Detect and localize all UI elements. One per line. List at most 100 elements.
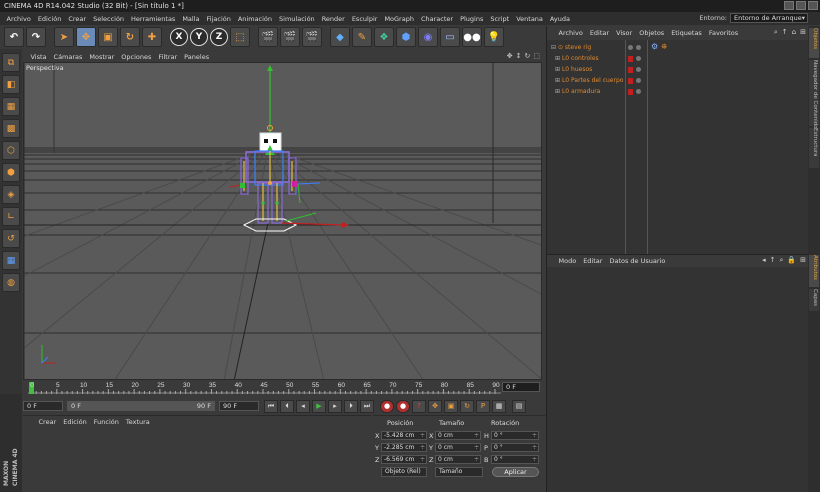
maximize-button[interactable]: [796, 1, 806, 10]
attr-menu-editar[interactable]: Editar: [580, 257, 606, 265]
apply-button[interactable]: Aplicar: [492, 467, 539, 477]
snap-icon[interactable]: ▦: [2, 251, 20, 270]
minimize-button[interactable]: [784, 1, 794, 10]
size-z-field[interactable]: 0 cm: [435, 455, 481, 464]
menu-character[interactable]: Character: [417, 15, 456, 23]
last-tool-icon[interactable]: ✚: [142, 27, 162, 47]
menu-mograph[interactable]: MoGraph: [381, 15, 418, 23]
mat-menu-textura[interactable]: Textura: [122, 418, 153, 426]
make-editable-icon[interactable]: ⧉: [2, 53, 20, 72]
play-icon[interactable]: ▶: [312, 399, 326, 413]
position-z-field[interactable]: -6.569 cm: [381, 455, 427, 464]
menu-archivo[interactable]: Archivo: [3, 15, 34, 23]
obj-menu-visor[interactable]: Visor: [613, 29, 636, 37]
tab-navegador[interactable]: Navegador de Contenido: [809, 60, 819, 129]
polygons-mode-icon[interactable]: ◈: [2, 185, 20, 204]
key-pla-icon[interactable]: ▦: [492, 399, 506, 413]
rotate-tool-icon[interactable]: ↻: [120, 27, 140, 47]
timeline-ruler[interactable]: 0 5 10 15 20 25 30 35 40 45 50 55 60 65 70 75 80 85 90 0 F: [23, 380, 542, 398]
layer-color-swatch[interactable]: [628, 89, 633, 95]
menu-animacion[interactable]: Animación: [234, 15, 275, 23]
camera-icon[interactable]: ●●: [462, 27, 482, 47]
keyframe-selection-icon[interactable]: ?: [412, 399, 426, 413]
visibility-dot[interactable]: [636, 78, 641, 83]
menu-ayuda[interactable]: Ayuda: [546, 15, 573, 23]
perspective-viewport[interactable]: Perspectiva: [23, 62, 542, 380]
current-frame-field[interactable]: 0 F: [502, 382, 540, 392]
mat-menu-funcion[interactable]: Función: [90, 418, 122, 426]
obj-menu-etiquetas[interactable]: Etiquetas: [668, 29, 706, 37]
back-arrow-icon[interactable]: ◂: [762, 256, 766, 265]
preview-range-slider[interactable]: 0 F 90 F: [67, 401, 215, 411]
expand-icon[interactable]: ⊞: [555, 66, 560, 73]
home-icon[interactable]: ⌂: [792, 28, 796, 37]
floor-scene-icon[interactable]: ▭: [440, 27, 460, 47]
menu-esculpir[interactable]: Esculpir: [348, 15, 381, 23]
obj-menu-favoritos[interactable]: Favoritos: [705, 29, 741, 37]
previous-key-icon[interactable]: ⏴: [280, 399, 294, 413]
vp-menu-mostrar[interactable]: Mostrar: [86, 53, 118, 61]
tree-item-armadura[interactable]: ⊞ L0 armadura: [555, 86, 600, 97]
record-keys-icon[interactable]: ●: [380, 399, 394, 413]
constraint-tag-icon[interactable]: ⛯: [661, 42, 667, 52]
redo-icon[interactable]: ↷: [26, 27, 46, 47]
mat-menu-edicion[interactable]: Edición: [60, 418, 91, 426]
new-view-icon[interactable]: ⊞: [800, 256, 806, 265]
search-icon[interactable]: ⌕: [774, 28, 778, 37]
select-arrow-icon[interactable]: ➤: [54, 27, 74, 47]
visibility-dot[interactable]: [628, 45, 633, 50]
axis-z-toggle[interactable]: Z: [210, 28, 228, 46]
key-rotation-icon[interactable]: ↻: [460, 399, 474, 413]
axis-x-toggle[interactable]: X: [170, 28, 188, 46]
cube-primitive-icon[interactable]: ◆: [330, 27, 350, 47]
model-mode-icon[interactable]: ◧: [2, 75, 20, 94]
tab-estructura[interactable]: Estructura: [809, 128, 819, 168]
menu-simulacion[interactable]: Simulación: [276, 15, 319, 23]
visibility-dot[interactable]: [636, 67, 641, 72]
search-icon[interactable]: ⌕: [779, 256, 783, 265]
render-dot[interactable]: [636, 45, 641, 50]
vp-menu-camaras[interactable]: Cámaras: [50, 53, 86, 61]
menu-ventana[interactable]: Ventana: [513, 15, 547, 23]
autokey-icon[interactable]: ●: [396, 399, 410, 413]
up-arrow-icon[interactable]: ↑: [782, 28, 788, 37]
undo-icon[interactable]: ↶: [4, 27, 24, 47]
tab-objetos[interactable]: Objetos: [809, 28, 819, 58]
tree-item-partes-del-cuerpo[interactable]: ⊞ L0 Partes del cuerpo: [555, 75, 623, 86]
expand-icon[interactable]: ⊞: [555, 77, 560, 84]
new-view-icon[interactable]: ⊞: [800, 28, 806, 37]
vp-menu-opciones[interactable]: Opciones: [118, 53, 155, 61]
menu-script[interactable]: Script: [487, 15, 513, 23]
menu-render[interactable]: Render: [318, 15, 348, 23]
render-view-icon[interactable]: 🎬: [258, 27, 278, 47]
menu-crear[interactable]: Crear: [65, 15, 90, 23]
points-mode-icon[interactable]: ⬡: [2, 141, 20, 160]
layer-color-swatch[interactable]: [628, 56, 633, 62]
workplane-icon[interactable]: ▩: [2, 119, 20, 138]
tab-capas[interactable]: Capas: [809, 289, 819, 311]
go-to-start-icon[interactable]: ⏮: [264, 399, 278, 413]
size-y-field[interactable]: 0 cm: [435, 443, 481, 452]
start-frame-field[interactable]: 0 F: [23, 401, 63, 411]
attr-menu-datos-de-usuario[interactable]: Datos de Usuario: [606, 257, 669, 265]
coordinate-system-icon[interactable]: ⬚: [230, 27, 250, 47]
key-position-icon[interactable]: ✥: [428, 399, 442, 413]
tree-item-root[interactable]: ⊟ ⊙ steve rig: [551, 42, 591, 53]
edges-mode-icon[interactable]: ⬢: [2, 163, 20, 182]
rotation-b-field[interactable]: 0 °: [491, 455, 539, 464]
attr-menu-modo[interactable]: Modo: [555, 257, 580, 265]
tree-item-controles[interactable]: ⊞ L0 controles: [555, 53, 599, 64]
render-settings-icon[interactable]: 🎬: [302, 27, 322, 47]
expand-icon[interactable]: ⊞: [555, 88, 560, 95]
position-x-field[interactable]: -5.428 cm: [381, 431, 427, 440]
texture-mode-icon[interactable]: ▦: [2, 97, 20, 116]
orbit-icon[interactable]: ↻: [525, 52, 531, 60]
tree-item-huesos[interactable]: ⊞ L0 huesos: [555, 64, 592, 75]
rotation-p-field[interactable]: 0 °: [491, 443, 539, 452]
previous-frame-icon[interactable]: ◂: [296, 399, 310, 413]
mat-menu-crear[interactable]: Crear: [35, 418, 60, 426]
key-scale-icon[interactable]: ▣: [444, 399, 458, 413]
deformer-icon[interactable]: ◉: [418, 27, 438, 47]
layer-color-swatch[interactable]: [628, 78, 633, 84]
lock-icon[interactable]: 🔒: [787, 256, 796, 265]
